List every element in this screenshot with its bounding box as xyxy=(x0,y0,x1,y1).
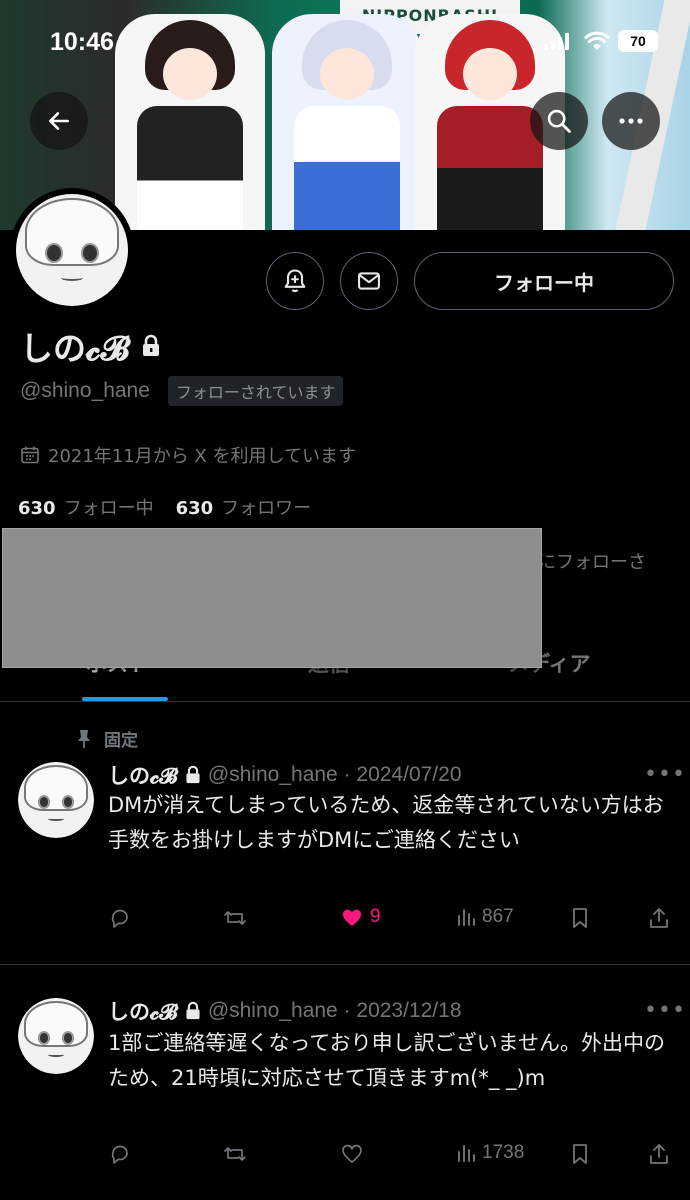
repost-icon xyxy=(224,911,246,925)
bookmark-button[interactable] xyxy=(570,1142,590,1166)
post-text: 1部ご連絡等遅くなっており申し訳ございません。外出中のため、21時頃に対応させて… xyxy=(108,1031,666,1090)
display-name-row: しの𝓬𝓑 xyxy=(20,322,162,370)
followers-count: 630 xyxy=(175,498,214,519)
more-icon xyxy=(619,118,643,124)
like-icon-filled xyxy=(342,909,362,926)
active-tab-indicator xyxy=(82,697,168,701)
profile-handle: @shino_hane xyxy=(20,379,150,402)
post-actions: 1738 xyxy=(108,1142,678,1172)
post-avatar-image xyxy=(18,998,94,1074)
repost-button[interactable] xyxy=(222,906,254,930)
post-header: しの𝓬𝓑 @shino_hane · 2024/07/20 xyxy=(108,760,462,790)
followers-count-link[interactable]: 630 フォロワー xyxy=(176,494,312,520)
like-count: 9 xyxy=(370,906,381,927)
notification-bell-plus-icon xyxy=(284,269,306,293)
post-header: しの𝓬𝓑 @shino_hane · 2023/12/18 xyxy=(108,996,462,1026)
back-arrow-icon xyxy=(49,112,69,130)
more-options-button[interactable] xyxy=(602,92,660,150)
status-time: 10:46 xyxy=(50,28,114,56)
views-button[interactable]: 1738 xyxy=(456,1142,524,1164)
search-icon xyxy=(547,109,571,133)
pin-icon xyxy=(78,729,90,748)
back-button[interactable] xyxy=(30,92,88,150)
handle-row: @shino_hane フォローされています xyxy=(20,376,344,406)
post-avatar-image xyxy=(18,762,94,838)
like-button[interactable]: 9 xyxy=(340,906,381,928)
post-more-icon[interactable]: ••• xyxy=(644,998,686,1023)
post-divider xyxy=(0,964,690,965)
following-button[interactable]: フォロー中 xyxy=(414,252,674,310)
status-bar: 10:46 70 xyxy=(0,0,690,80)
following-count: 630 xyxy=(18,498,56,519)
reply-icon xyxy=(111,1145,128,1164)
reply-button[interactable] xyxy=(108,906,138,930)
views-button[interactable]: 867 xyxy=(456,906,514,928)
post-more-icon[interactable]: ••• xyxy=(644,762,686,787)
cellular-signal-icon xyxy=(544,32,569,50)
views-icon xyxy=(458,909,475,926)
view-count: 867 xyxy=(482,906,514,927)
lock-icon xyxy=(142,334,159,356)
repost-icon xyxy=(224,1147,246,1161)
joined-date-row: 2021年11月から X を利用しています xyxy=(20,442,356,468)
reply-icon xyxy=(111,909,128,928)
bookmark-button[interactable] xyxy=(570,906,590,930)
post-actions: 9 867 xyxy=(108,906,678,936)
lock-icon xyxy=(186,765,200,784)
redaction-overlay xyxy=(2,528,542,668)
avatar-image xyxy=(16,194,128,306)
like-icon xyxy=(342,1144,362,1164)
wifi-icon xyxy=(584,30,610,56)
post-author-name[interactable]: しの𝓬𝓑 xyxy=(108,996,178,1026)
share-button[interactable] xyxy=(648,1142,670,1166)
post-handle-date: @shino_hane · 2024/07/20 xyxy=(207,763,462,786)
post-text: DMが消えてしまっているため、返金等されていない方はお手数をお掛けしますがDMに… xyxy=(108,793,664,852)
post-author-name[interactable]: しの𝓬𝓑 xyxy=(108,760,178,790)
lock-icon xyxy=(186,1001,200,1020)
views-icon xyxy=(458,1145,475,1162)
post-handle-date: @shino_hane · 2023/12/18 xyxy=(207,999,462,1022)
followers-label: フォロワー xyxy=(221,498,312,519)
post-avatar[interactable] xyxy=(18,998,94,1074)
profile-avatar[interactable] xyxy=(10,188,134,312)
mail-icon xyxy=(358,272,380,290)
post-avatar[interactable] xyxy=(18,762,94,838)
share-button[interactable] xyxy=(648,906,670,930)
view-count: 1738 xyxy=(482,1142,525,1163)
share-icon xyxy=(650,908,668,928)
share-icon xyxy=(650,1144,668,1164)
follow-counts: 630 フォロー中 630 フォロワー xyxy=(18,494,311,520)
joined-date: 2021年11月から X を利用しています xyxy=(48,446,356,467)
bookmark-icon xyxy=(573,1144,587,1164)
following-label: フォロー中 xyxy=(63,498,154,519)
repost-button[interactable] xyxy=(222,1142,254,1166)
notifications-button[interactable] xyxy=(266,252,324,310)
pinned-label: 固定 xyxy=(104,731,138,751)
battery-indicator: 70 xyxy=(618,30,658,52)
search-button[interactable] xyxy=(530,92,588,150)
reply-button[interactable] xyxy=(108,1142,138,1166)
follows-you-badge: フォローされています xyxy=(167,376,344,406)
calendar-icon xyxy=(21,446,39,464)
display-name: しの𝓬𝓑 xyxy=(20,329,130,368)
pinned-indicator: 固定 xyxy=(76,726,138,751)
message-button[interactable] xyxy=(340,252,398,310)
like-button[interactable] xyxy=(340,1142,370,1164)
bookmark-icon xyxy=(573,908,587,928)
following-count-link[interactable]: 630 フォロー中 xyxy=(18,494,154,520)
